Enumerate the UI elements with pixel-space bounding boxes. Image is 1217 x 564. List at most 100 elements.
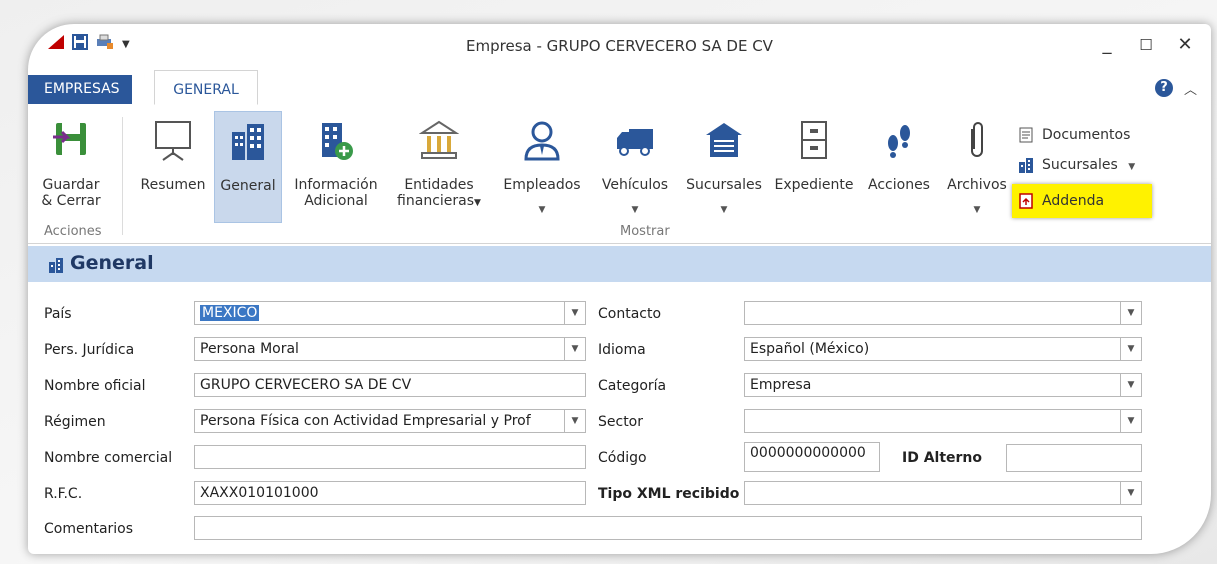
chevron-down-icon: ▼ (538, 205, 546, 215)
categoria-label: Categoría (598, 378, 667, 394)
nombre-comercial-label: Nombre comercial (44, 450, 173, 466)
comentarios-label: Comentarios (44, 521, 134, 537)
idioma-label: Idioma (598, 342, 646, 358)
idioma-select[interactable]: Español (México) ▼ (744, 337, 1142, 361)
building-grid-icon (228, 120, 268, 162)
bank-icon (418, 119, 460, 161)
nombre-comercial-input[interactable] (194, 445, 586, 469)
footprints-icon (879, 119, 919, 161)
save-close-button[interactable]: Guardar & Cerrar (40, 111, 102, 223)
resumen-label: Resumen (140, 177, 206, 193)
tipo-xml-label: Tipo XML recibido (598, 486, 740, 502)
paperclip-icon (957, 119, 997, 161)
pais-label: País (44, 306, 72, 322)
chevron-down-icon: ▼ (1128, 162, 1136, 172)
section-header: General (28, 246, 1211, 282)
pais-select[interactable]: MEXICO ▼ (194, 301, 586, 325)
comentarios-input[interactable] (194, 516, 1142, 540)
pais-value: MEXICO (200, 305, 260, 321)
regimen-value: Persona Física con Actividad Empresarial… (200, 413, 531, 429)
help-icon[interactable]: ? (1155, 79, 1173, 97)
chevron-down-icon[interactable]: ▼ (564, 338, 585, 360)
archivos-button[interactable]: Archivos ▼ (940, 111, 1014, 223)
building-add-icon (316, 119, 356, 161)
tipo-xml-select[interactable]: ▼ (744, 481, 1142, 505)
empresa-window: ▼ Empresa - GRUPO CERVECERO SA DE CV _ ☐… (28, 24, 1211, 554)
contacto-select[interactable]: ▼ (744, 301, 1142, 325)
ribbon-tabs: EMPRESAS GENERAL ? ︿ (28, 70, 1211, 106)
rfc-input[interactable]: XAXX010101000 (194, 481, 586, 505)
documentos-button[interactable]: Documentos (1016, 123, 1130, 147)
addenda-button[interactable]: Addenda (1016, 189, 1104, 213)
building-grid-icon (48, 256, 64, 273)
rfc-label: R.F.C. (44, 486, 83, 502)
section-title-text: General (70, 252, 154, 274)
categoria-select[interactable]: Empresa ▼ (744, 373, 1142, 397)
chevron-down-icon[interactable]: ▼ (1120, 302, 1141, 324)
chevron-down-icon[interactable]: ▼ (564, 410, 585, 432)
entidades-financieras-button[interactable]: Entidades financieras▼ (390, 111, 488, 223)
acciones-button[interactable]: Acciones (860, 111, 938, 223)
sector-label: Sector (598, 414, 644, 430)
tab-empresas[interactable]: EMPRESAS (28, 75, 132, 104)
codigo-input[interactable]: 0000000000000 (744, 442, 880, 472)
info-label-2: Adicional (304, 193, 368, 209)
tab-general[interactable]: GENERAL (154, 70, 258, 105)
general-button[interactable]: General (214, 111, 282, 223)
ribbon-separator (122, 117, 123, 235)
chevron-down-icon[interactable]: ▼ (1120, 338, 1141, 360)
ribbon: Guardar & Cerrar Acciones Resumen General… (28, 105, 1211, 244)
expediente-button[interactable]: Expediente (770, 111, 858, 223)
screenshot-frame: ▼ Empresa - GRUPO CERVECERO SA DE CV _ ☐… (0, 0, 1217, 564)
vehiculos-button[interactable]: Vehículos ▼ (592, 111, 678, 223)
save-close-label-2: & Cerrar (41, 193, 101, 209)
entidades-label-2: financieras (397, 193, 475, 209)
expediente-label: Expediente (774, 177, 854, 193)
chevron-down-icon[interactable]: ▼ (564, 302, 585, 324)
sucursales-button[interactable]: Sucursales ▼ (680, 111, 768, 223)
group-label-acciones: Acciones (44, 224, 102, 239)
codigo-label: Código (598, 450, 647, 466)
empleados-label: Empleados (503, 177, 581, 193)
chevron-down-icon: ▼ (973, 205, 981, 215)
documentos-label: Documentos (1042, 127, 1131, 143)
sucursales-small-label: Sucursales (1042, 157, 1118, 173)
document-icon (1018, 127, 1034, 143)
idioma-value: Español (México) (750, 341, 870, 357)
pers-juridica-value: Persona Moral (200, 341, 299, 357)
nombre-oficial-input[interactable]: GRUPO CERVECERO SA DE CV (194, 373, 586, 397)
window-title: Empresa - GRUPO CERVECERO SA DE CV (466, 37, 773, 55)
chevron-down-icon: ▼ (474, 198, 481, 208)
resumen-button[interactable]: Resumen (134, 111, 212, 223)
informacion-adicional-button[interactable]: Información Adicional (284, 111, 388, 223)
presentation-board-icon (153, 119, 193, 161)
employee-icon (522, 119, 562, 161)
collapse-ribbon-icon[interactable]: ︿ (1184, 79, 1197, 98)
regimen-select[interactable]: Persona Física con Actividad Empresarial… (194, 409, 586, 433)
group-label-mostrar: Mostrar (620, 224, 670, 239)
warehouse-icon (704, 119, 744, 161)
chevron-down-icon: ▼ (631, 205, 639, 215)
save-close-icon (51, 119, 91, 161)
id-alterno-input[interactable] (1006, 444, 1142, 472)
pers-juridica-select[interactable]: Persona Moral ▼ (194, 337, 586, 361)
categoria-value: Empresa (750, 377, 812, 393)
sucursales-label: Sucursales (686, 177, 762, 193)
building-icon (1018, 157, 1034, 173)
minimize-icon[interactable]: _ (1096, 34, 1118, 55)
chevron-down-icon[interactable]: ▼ (1120, 374, 1141, 396)
sector-select[interactable]: ▼ (744, 409, 1142, 433)
regimen-label: Régimen (44, 414, 106, 430)
sucursales-small-button[interactable]: Sucursales ▼ (1016, 153, 1135, 177)
id-alterno-label: ID Alterno (902, 450, 983, 466)
empleados-button[interactable]: Empleados ▼ (494, 111, 590, 223)
acciones-label: Acciones (868, 177, 930, 193)
entidades-label-1: Entidades (404, 177, 474, 193)
pers-juridica-label: Pers. Jurídica (44, 342, 135, 358)
contacto-label: Contacto (598, 306, 662, 322)
chevron-down-icon[interactable]: ▼ (1120, 410, 1141, 432)
general-label: General (220, 178, 276, 194)
chevron-down-icon[interactable]: ▼ (1120, 482, 1141, 504)
close-icon[interactable]: ✕ (1174, 34, 1196, 55)
maximize-icon[interactable]: ☐ (1135, 36, 1157, 54)
